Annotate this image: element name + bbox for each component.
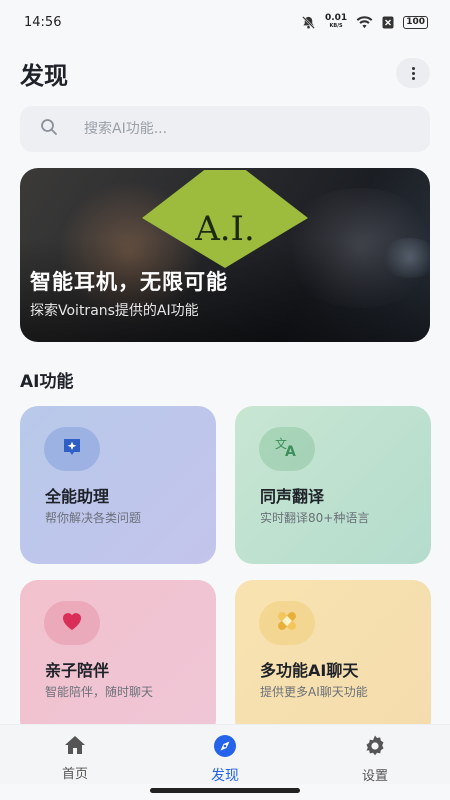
nav-item-discover[interactable]: 发现 bbox=[150, 725, 300, 784]
network-speed-value: 0.01 bbox=[324, 13, 348, 23]
compass-icon bbox=[212, 734, 238, 762]
card-translate[interactable]: 文A 同声翻译 实时翻译80+种语言 bbox=[235, 406, 431, 564]
card-icon-wrap bbox=[44, 601, 100, 645]
ai-sign-text: A.I. bbox=[194, 209, 255, 249]
card-desc: 实时翻译80+种语言 bbox=[260, 511, 370, 525]
card-title: 同声翻译 bbox=[260, 487, 325, 506]
card-title: 亲子陪伴 bbox=[45, 661, 110, 680]
ai-sign-image: A.I. bbox=[142, 170, 308, 268]
bandage-icon bbox=[274, 608, 300, 638]
home-icon bbox=[63, 734, 87, 760]
card-title: 全能助理 bbox=[45, 487, 110, 506]
translate-icon: 文A bbox=[274, 436, 300, 462]
section-title: AI功能 bbox=[20, 372, 74, 392]
wifi-icon bbox=[356, 15, 373, 29]
card-desc: 帮你解决各类问题 bbox=[45, 511, 142, 525]
page-title: 发现 bbox=[20, 62, 68, 90]
gear-icon bbox=[363, 734, 387, 762]
bottom-nav: 首页 发现 设置 bbox=[0, 724, 450, 784]
status-bar: 14:56 0.01 KB/S 100 bbox=[0, 0, 450, 44]
home-indicator[interactable] bbox=[150, 788, 300, 793]
search-icon bbox=[40, 118, 58, 140]
sparkle-chat-icon bbox=[61, 436, 83, 462]
card-icon-wrap bbox=[44, 427, 100, 471]
card-icon-wrap: 文A bbox=[259, 427, 315, 471]
card-ai-chat[interactable]: 多功能AI聊天 提供更多AI聊天功能 bbox=[235, 580, 431, 738]
status-time: 14:56 bbox=[24, 14, 62, 30]
card-desc: 提供更多AI聊天功能 bbox=[260, 685, 368, 699]
heart-icon bbox=[60, 610, 84, 636]
nav-label: 设置 bbox=[361, 769, 388, 784]
card-companion[interactable]: 亲子陪伴 智能陪伴，随时聊天 bbox=[20, 580, 216, 738]
banner-title: 智能耳机，无限可能 bbox=[30, 270, 228, 294]
nav-item-home[interactable]: 首页 bbox=[0, 725, 150, 784]
search-input[interactable] bbox=[84, 121, 384, 137]
network-speed: 0.01 KB/S bbox=[325, 14, 347, 30]
status-icons: 0.01 KB/S 100 bbox=[301, 14, 428, 30]
battery-icon: 100 bbox=[403, 15, 428, 29]
more-options-button[interactable] bbox=[396, 58, 430, 88]
card-assistant[interactable]: 全能助理 帮你解决各类问题 bbox=[20, 406, 216, 564]
more-vertical-icon bbox=[411, 66, 415, 81]
card-desc: 智能陪伴，随时聊天 bbox=[45, 685, 154, 699]
search-bar[interactable] bbox=[20, 106, 430, 152]
banner-subtitle: 探索Voitrans提供的AI功能 bbox=[30, 303, 199, 319]
card-title: 多功能AI聊天 bbox=[260, 661, 359, 680]
nav-label: 首页 bbox=[61, 767, 88, 782]
svg-text:A: A bbox=[285, 444, 296, 458]
network-speed-unit: KB/S bbox=[329, 23, 343, 29]
nav-item-settings[interactable]: 设置 bbox=[300, 725, 450, 784]
bell-off-icon bbox=[301, 15, 316, 30]
nav-label: 发现 bbox=[211, 768, 239, 784]
sim-x-icon bbox=[382, 16, 394, 29]
card-icon-wrap bbox=[259, 601, 315, 645]
